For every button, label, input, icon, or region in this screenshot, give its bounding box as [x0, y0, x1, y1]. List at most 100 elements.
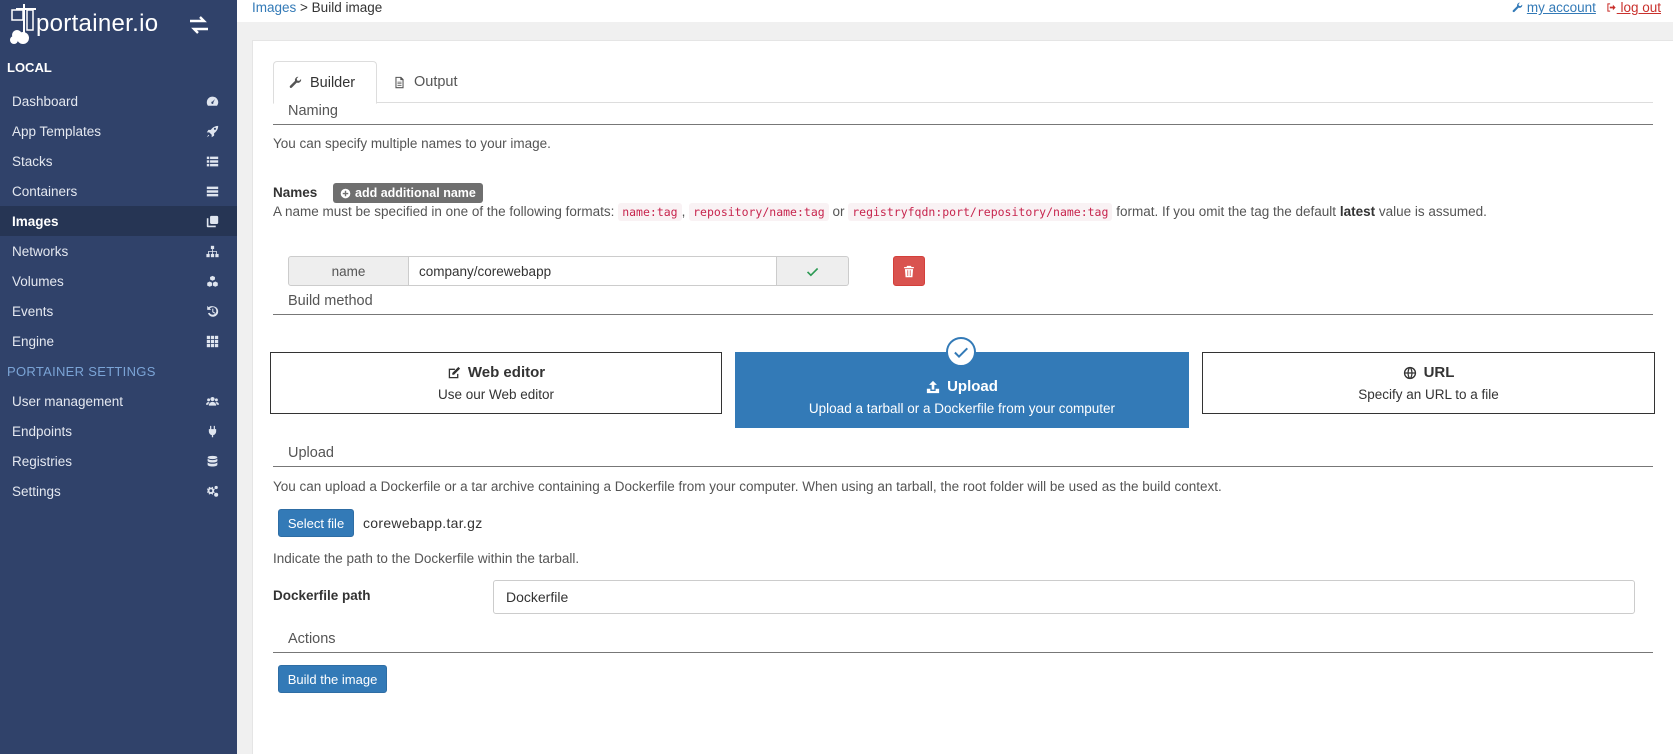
- remove-name-button[interactable]: [893, 256, 925, 286]
- method-desc: Upload a tarball or a Dockerfile from yo…: [808, 401, 1116, 416]
- format-separator: ,: [681, 204, 686, 219]
- sidebar-item-registries[interactable]: Registries: [0, 446, 237, 476]
- add-additional-name-button[interactable]: add additional name: [333, 183, 483, 203]
- format-registry-full: registryfqdn:port/repository/name:tag: [848, 203, 1113, 221]
- sidebar-item-settings[interactable]: Settings: [0, 476, 237, 506]
- build-image-panel: Builder Output Naming You can specify mu…: [252, 40, 1673, 754]
- history-icon: [197, 305, 227, 318]
- names-label: Names: [273, 185, 318, 200]
- build-method-section-title: Build method: [273, 293, 1653, 315]
- th-list-icon: [197, 155, 227, 168]
- method-desc: Use our Web editor: [437, 387, 555, 402]
- format-or: or: [832, 204, 845, 219]
- tab-label: Builder: [310, 74, 356, 91]
- selected-file-name: corewebapp.tar.gz: [363, 515, 483, 531]
- rocket-icon: [197, 125, 227, 138]
- format-latest: latest: [1339, 204, 1376, 219]
- image-name-input[interactable]: [409, 256, 777, 286]
- cubes-icon: [197, 275, 227, 288]
- globe-icon: [1403, 366, 1416, 379]
- sidebar-section-local: LOCAL: [7, 60, 52, 75]
- tab-output[interactable]: Output: [378, 61, 473, 103]
- plug-icon: [197, 425, 227, 438]
- sitemap-icon: [197, 245, 227, 258]
- portainer-logo-icon: [10, 4, 36, 44]
- method-desc: Specify an URL to a file: [1358, 387, 1499, 402]
- sidebar-item-user-management[interactable]: User management: [0, 386, 237, 416]
- sidebar-item-dashboard[interactable]: Dashboard: [0, 86, 237, 116]
- sidebar-item-images[interactable]: Images: [0, 206, 237, 236]
- sidebar-item-label: Stacks: [12, 153, 53, 169]
- breadcrumb-current: > Build image: [300, 0, 383, 15]
- name-format-help: A name must be specified in one of the f…: [273, 203, 1487, 221]
- method-title: URL: [1423, 364, 1455, 381]
- actions-section-title: Actions: [273, 631, 1653, 653]
- method-title: Upload: [947, 378, 998, 395]
- format-suffix: format. If you omit the tag the default: [1116, 204, 1337, 219]
- format-end: value is assumed.: [1378, 204, 1487, 219]
- log-out-link[interactable]: log out: [1606, 0, 1661, 15]
- sidebar-item-label: Containers: [12, 183, 78, 199]
- server-icon: [197, 185, 227, 198]
- check-icon: [806, 267, 819, 276]
- format-prefix: A name must be specified in one of the f…: [273, 204, 615, 219]
- brand-name: portainer.io: [36, 10, 159, 37]
- clone-icon: [197, 215, 227, 228]
- tachometer-icon: [197, 95, 227, 108]
- sidebar-item-label: Images: [12, 213, 59, 229]
- sidebar-item-engine[interactable]: Engine: [0, 326, 237, 356]
- sidebar-item-label: Settings: [12, 483, 61, 499]
- upload-help: You can upload a Dockerfile or a tar arc…: [273, 479, 1222, 494]
- sidebar-item-label: Dashboard: [12, 93, 79, 109]
- breadcrumb-images-link[interactable]: Images: [252, 0, 296, 15]
- dockerfile-path-label: Dockerfile path: [273, 588, 371, 603]
- sidebar-item-label: Networks: [12, 243, 69, 259]
- method-title: Web editor: [467, 364, 546, 381]
- image-name-row: name: [288, 256, 925, 286]
- edit-icon: [448, 366, 460, 378]
- users-icon: [197, 395, 227, 408]
- file-text-icon: [395, 76, 404, 88]
- select-file-button[interactable]: Select file: [278, 509, 354, 537]
- sidebar-item-endpoints[interactable]: Endpoints: [0, 416, 237, 446]
- name-valid-indicator: [777, 256, 849, 286]
- th-icon: [197, 335, 227, 348]
- sidebar-item-label: App Templates: [12, 123, 102, 139]
- wrench-icon: [289, 76, 302, 88]
- plus-circle-icon: [340, 188, 351, 198]
- method-web-editor[interactable]: Web editor Use our Web editor: [270, 352, 722, 414]
- add-name-label: add additional name: [355, 186, 476, 200]
- upload-icon: [926, 380, 940, 393]
- my-account-link[interactable]: my account: [1527, 0, 1596, 15]
- method-url[interactable]: URL Specify an URL to a file: [1202, 352, 1655, 414]
- sidebar-item-label: Volumes: [12, 273, 64, 289]
- tabs: Builder Output: [273, 61, 1653, 104]
- sidebar-item-app-templates[interactable]: App Templates: [0, 116, 237, 146]
- exchange-icon[interactable]: [188, 16, 210, 34]
- build-image-button[interactable]: Build the image: [278, 665, 387, 693]
- top-bar: Images > Build image my account log out: [237, 0, 1673, 22]
- log-out-label: log out: [1620, 0, 1661, 15]
- sidebar-item-events[interactable]: Events: [0, 296, 237, 326]
- sidebar-section-settings: PORTAINER SETTINGS: [7, 364, 156, 379]
- sidebar-item-containers[interactable]: Containers: [0, 176, 237, 206]
- sidebar-item-label: User management: [12, 393, 124, 409]
- wrench-icon: [1512, 2, 1523, 13]
- database-icon: [197, 455, 227, 468]
- dockerfile-path-help: Indicate the path to the Dockerfile with…: [273, 551, 580, 566]
- sidebar-item-networks[interactable]: Networks: [0, 236, 237, 266]
- sidebar-item-label: Events: [12, 303, 54, 319]
- sidebar-item-stacks[interactable]: Stacks: [0, 146, 237, 176]
- selected-check-icon: [946, 337, 976, 367]
- sidebar-item-label: Engine: [12, 333, 55, 349]
- tab-builder[interactable]: Builder: [273, 61, 377, 104]
- upload-section-title: Upload: [273, 445, 1653, 467]
- name-addon: name: [288, 256, 409, 286]
- brand[interactable]: portainer.io: [0, 0, 237, 50]
- dockerfile-path-input[interactable]: [493, 580, 1635, 614]
- sidebar-item-volumes[interactable]: Volumes: [0, 266, 237, 296]
- user-links: my account log out: [1512, 0, 1661, 15]
- breadcrumb: Images > Build image: [252, 0, 382, 15]
- format-repository-name-tag: repository/name:tag: [689, 203, 829, 221]
- naming-help: You can specify multiple names to your i…: [273, 136, 551, 151]
